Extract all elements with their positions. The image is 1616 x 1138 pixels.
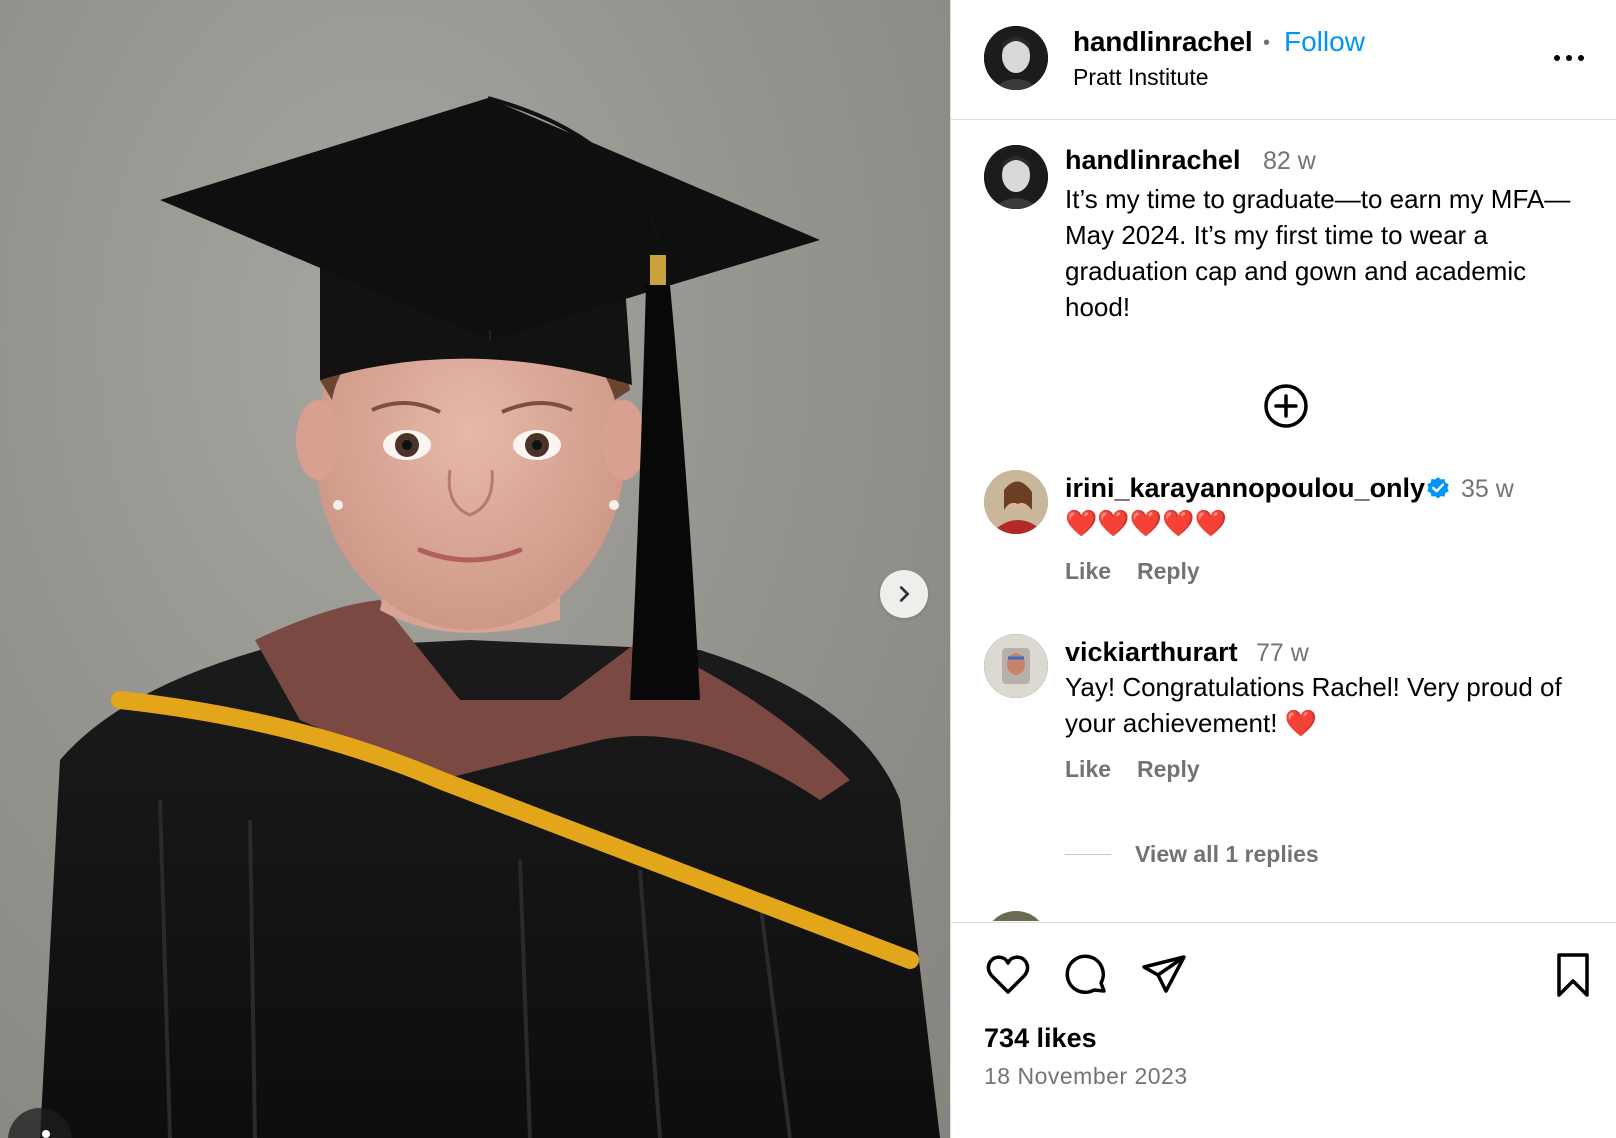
avatar-photo	[984, 634, 1048, 698]
verified-badge-icon	[1427, 477, 1449, 499]
author-avatar[interactable]	[984, 26, 1048, 90]
dot-icon	[42, 1130, 50, 1138]
comment-text: ❤️❤️❤️❤️❤️	[1065, 508, 1227, 538]
heart-icon[interactable]	[984, 951, 1032, 999]
follow-button[interactable]: Follow	[1284, 26, 1365, 58]
caption-text: It’s my time to graduate—to earn my MFA—…	[1065, 184, 1571, 322]
commenter-avatar[interactable]	[984, 634, 1048, 698]
replies-divider	[1065, 854, 1111, 855]
caption-time[interactable]: 82 w	[1263, 147, 1316, 176]
bookmark-icon[interactable]	[1549, 951, 1597, 999]
chevron-right-icon	[899, 586, 910, 602]
avatar-photo	[984, 145, 1048, 209]
caption-avatar[interactable]	[984, 145, 1048, 209]
share-icon[interactable]	[1140, 951, 1188, 999]
reply-button[interactable]: Reply	[1137, 756, 1200, 783]
comment-username[interactable]: irini_karayannopoulou_only	[1065, 473, 1425, 504]
more-options-icon[interactable]	[1549, 43, 1589, 73]
avatar-photo	[984, 26, 1048, 90]
post-media[interactable]	[0, 0, 950, 1138]
plus-circle-icon[interactable]	[1262, 382, 1310, 430]
comment-text: Yay! Congratulations Rachel! Very proud …	[1065, 672, 1562, 738]
reply-button[interactable]: Reply	[1137, 558, 1200, 585]
caption-username[interactable]: handlinrachel	[1065, 145, 1241, 176]
author-username[interactable]: handlinrachel	[1073, 26, 1253, 58]
commenter-avatar[interactable]	[984, 470, 1048, 534]
like-comment-button[interactable]: Like	[1065, 756, 1111, 783]
graduation-photo	[40, 96, 940, 1138]
post-actions: 734 likes 18 November 2023	[951, 922, 1616, 1138]
like-comment-button[interactable]: Like	[1065, 558, 1111, 585]
post-location[interactable]: Pratt Institute	[1073, 64, 1209, 91]
post-side-panel: handlinrachel • Follow Pratt Institute h…	[950, 0, 1616, 1138]
post-header: handlinrachel • Follow Pratt Institute	[951, 0, 1616, 120]
comment-time[interactable]: 35 w	[1461, 475, 1514, 504]
comment-icon[interactable]	[1062, 951, 1110, 999]
comment-time[interactable]: 77 w	[1256, 639, 1309, 668]
post-date[interactable]: 18 November 2023	[984, 1063, 1188, 1090]
comments-list[interactable]: handlinrachel 82 w It’s my time to gradu…	[951, 121, 1616, 921]
avatar-photo	[984, 470, 1048, 534]
next-photo-button[interactable]	[880, 570, 928, 618]
commenter-avatar[interactable]	[984, 911, 1048, 921]
separator-dot: •	[1263, 32, 1271, 54]
likes-count[interactable]: 734 likes	[984, 1023, 1097, 1054]
view-replies-button[interactable]: View all 1 replies	[1135, 841, 1319, 868]
comment-username[interactable]: vickiarthurart	[1065, 637, 1238, 668]
